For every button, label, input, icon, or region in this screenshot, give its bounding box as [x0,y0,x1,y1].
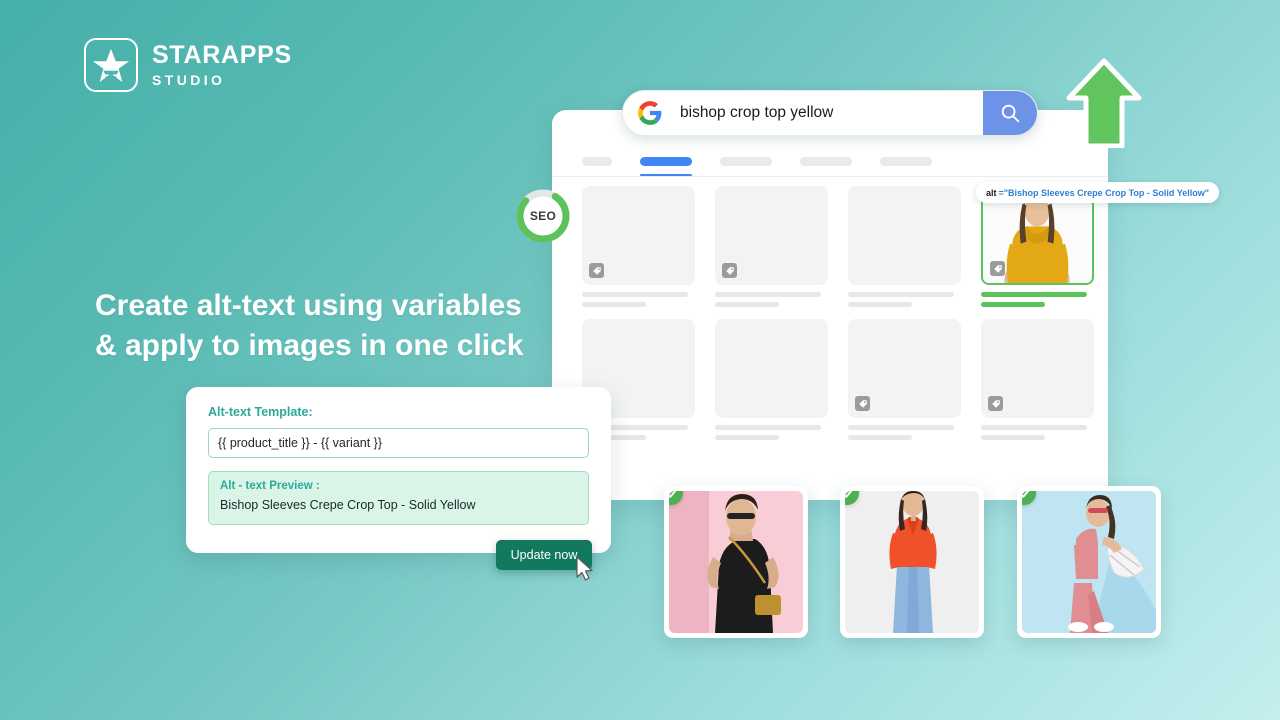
result-thumbnail [981,319,1094,418]
result-highlighted-product[interactable] [981,186,1094,307]
result-placeholder-1[interactable] [582,186,695,307]
headline-line-1: Create alt-text using variables [95,289,522,322]
results-grid [582,186,1108,452]
alt-text-template-card: Alt-text Template: {{ product_title }} -… [186,387,611,553]
product-photo [1022,491,1156,633]
seo-label: SEO [529,209,557,223]
google-g-icon [638,101,662,125]
brand-logo: STARAPPS STUDIO [84,38,292,92]
brand-name: STARAPPS [152,41,292,69]
search-input[interactable]: bishop crop top yellow [663,104,983,122]
tag-icon [988,396,1003,411]
search-results-panel [552,110,1108,500]
alt-tooltip-value: "Bishop Sleeves Crepe Crop Top - Solid Y… [1003,187,1210,198]
alt-text-preview-label: Alt - text Preview : [220,480,320,492]
result-text-line [848,435,912,440]
result-thumbnail [582,186,695,285]
tag-icon [855,396,870,411]
alt-text-preview-value: Bishop Sleeves Crepe Crop Top - Solid Ye… [220,498,476,512]
result-text-line [981,425,1087,430]
product-card-pink-outfit[interactable] [1017,486,1161,638]
result-placeholder-8[interactable] [981,319,1094,440]
up-arrow-icon [1066,58,1142,148]
google-search-bar[interactable]: bishop crop top yellow [622,90,1038,136]
tab-pill-4[interactable] [800,156,852,166]
alt-text-preview-box: Alt - text Preview : Bishop Sleeves Crep… [208,471,589,525]
results-row-1 [582,186,1108,307]
tabs-divider [552,176,1108,177]
result-text-line [981,435,1045,440]
result-thumbnail [715,186,828,285]
result-text-line [582,292,688,297]
tag-icon [589,263,604,278]
result-placeholder-6[interactable] [715,319,828,440]
result-text-line [715,292,821,297]
star-in-rounded-square-icon [84,38,138,92]
tag-icon [722,263,737,278]
product-photo [845,491,979,633]
results-row-2 [582,319,1108,440]
result-thumbnail [848,319,961,418]
magnifier-icon [1001,104,1020,123]
alt-attribute-tooltip: alt = "Bishop Sleeves Crepe Crop Top - S… [976,182,1220,203]
search-button[interactable] [983,91,1037,135]
alt-text-template-label: Alt-text Template: [208,405,313,419]
result-text-line [848,302,912,307]
result-text-line [981,292,1087,297]
result-thumbnail [848,186,961,285]
tab-pill-5[interactable] [880,156,932,166]
result-placeholder-2[interactable] [715,186,828,307]
result-text-line [981,302,1045,307]
page-headline: Create alt-text using variables & apply … [95,286,565,365]
tag-icon [990,261,1005,276]
result-placeholder-3[interactable] [848,186,961,307]
result-text-line [582,302,646,307]
product-photo [669,491,803,633]
product-card-black-dress[interactable] [664,486,808,638]
result-thumbnail [715,319,828,418]
seo-score-badge: SEO [515,188,571,244]
result-text-line [715,302,779,307]
results-tabs [552,146,1108,177]
brand-subname: STUDIO [152,72,226,88]
result-placeholder-7[interactable] [848,319,961,440]
result-text-line [848,425,954,430]
result-text-line [715,435,779,440]
mouse-pointer-icon [576,556,593,581]
tab-pill-2-active[interactable] [640,156,692,177]
result-text-line [715,425,821,430]
tab-pill-3[interactable] [720,156,772,166]
alt-text-template-input[interactable]: {{ product_title }} - {{ variant }} [208,428,589,458]
alt-tooltip-key: alt [986,187,997,198]
headline-line-2: & apply to images in one click [95,328,524,362]
product-card-orange-shirt[interactable] [840,486,984,638]
result-text-line [848,292,954,297]
tab-pill-1[interactable] [582,156,612,166]
